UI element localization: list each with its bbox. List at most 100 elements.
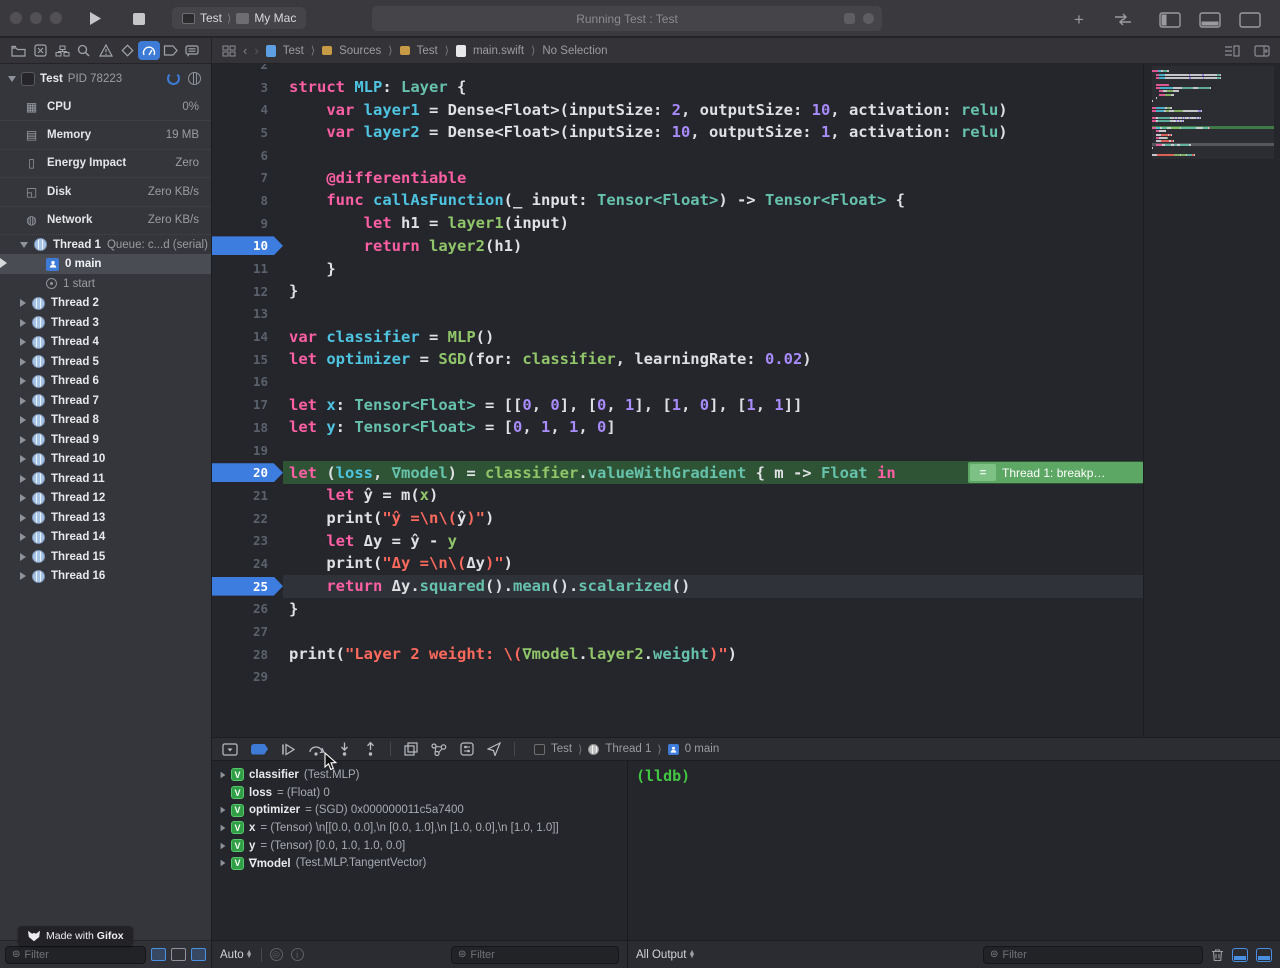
code-text[interactable]: func callAsFunction(_ input: Tensor<Floa…: [283, 189, 1143, 212]
code-review-button[interactable]: [1110, 9, 1136, 30]
variables-scope-select[interactable]: Auto ▲▼: [220, 949, 253, 961]
simulate-location-icon[interactable]: [487, 742, 501, 756]
threads-view-icon[interactable]: [151, 948, 166, 961]
thread-row[interactable]: Thread 11: [0, 469, 211, 489]
variables-filter-field[interactable]: ⊜: [451, 946, 619, 964]
disclosure-triangle[interactable]: [8, 76, 16, 82]
line-number[interactable]: 7: [212, 168, 283, 187]
thread-1-row[interactable]: Thread 1 Queue: c...d (serial): [0, 235, 211, 255]
line-number[interactable]: 15: [212, 350, 283, 369]
disclosure-triangle[interactable]: [20, 416, 26, 424]
disclosure-triangle[interactable]: [20, 358, 26, 366]
line-number[interactable]: 17: [212, 395, 283, 414]
stack-frame-row[interactable]: 0 main: [0, 254, 211, 274]
breakpoint-marker[interactable]: 25: [212, 577, 283, 596]
inspector-panel-toggle[interactable]: [1236, 9, 1264, 30]
project-icon[interactable]: [8, 41, 30, 60]
line-number[interactable]: 2: [212, 64, 283, 74]
issues-icon[interactable]: [95, 41, 117, 60]
source-editor[interactable]: 23struct MLP: Layer {4 var layer1 = Dens…: [212, 64, 1280, 737]
profile-in-instruments-icon[interactable]: [188, 72, 201, 85]
crumb-group[interactable]: Test: [417, 45, 438, 57]
debug-crumb-process[interactable]: Test: [551, 743, 572, 755]
thread-row[interactable]: Thread 5: [0, 352, 211, 372]
console-view-toggle[interactable]: [1256, 948, 1272, 962]
disclosure-triangle[interactable]: [20, 455, 26, 463]
code-text[interactable]: return layer2(h1): [283, 235, 1143, 258]
line-number[interactable]: 4: [212, 100, 283, 119]
code-text[interactable]: let optimizer = SGD(for: classifier, lea…: [283, 348, 1143, 371]
crumb-selection[interactable]: No Selection: [542, 45, 607, 57]
code-text[interactable]: [283, 144, 1143, 167]
line-number[interactable]: 21: [212, 486, 283, 505]
process-row[interactable]: Test PID 78223: [0, 64, 211, 93]
code-text[interactable]: [283, 64, 1143, 76]
console-filter-input[interactable]: [1002, 949, 1196, 961]
code-text[interactable]: }: [283, 280, 1143, 303]
line-number[interactable]: 13: [212, 304, 283, 323]
code-text[interactable]: print("Layer 2 weight: \(∇model.layer2.w…: [283, 643, 1143, 666]
crumb-target[interactable]: Test: [283, 45, 304, 57]
line-number[interactable]: 28: [212, 645, 283, 664]
info-icon[interactable]: i: [291, 948, 304, 961]
line-number[interactable]: 9: [212, 214, 283, 233]
line-number[interactable]: 27: [212, 622, 283, 641]
disclosure-triangle[interactable]: [20, 436, 26, 444]
variables-view-toggle[interactable]: [1232, 948, 1248, 962]
console-filter-field[interactable]: ⊜: [983, 946, 1203, 964]
code-text[interactable]: struct MLP: Layer {: [283, 76, 1143, 99]
line-number[interactable]: 22: [212, 509, 283, 528]
navigator-panel-toggle[interactable]: [1156, 9, 1184, 30]
thread-row[interactable]: Thread 10: [0, 449, 211, 469]
breakpoints-icon[interactable]: [160, 41, 182, 60]
environment-overrides-icon[interactable]: [460, 742, 474, 756]
forward-button[interactable]: ›: [254, 43, 258, 58]
library-add-button[interactable]: +: [1068, 9, 1090, 30]
line-number[interactable]: 26: [212, 599, 283, 618]
variable-row[interactable]: V loss = (Float) 0: [212, 784, 627, 802]
disclosure-triangle[interactable]: [20, 553, 26, 561]
debug-panel-toggle[interactable]: [1196, 9, 1224, 30]
scope-icon[interactable]: ◎: [270, 948, 283, 961]
line-number[interactable]: 8: [212, 191, 283, 210]
disclosure-triangle[interactable]: [20, 514, 26, 522]
breakpoint-banner[interactable]: = Thread 1: breakp…: [968, 462, 1144, 483]
disclosure-triangle[interactable]: [221, 860, 226, 866]
pause-process-icon[interactable]: [167, 72, 180, 85]
line-number[interactable]: 18: [212, 418, 283, 437]
disclosure-triangle[interactable]: [221, 772, 226, 778]
flat-view-icon[interactable]: [171, 948, 186, 961]
navigator-filter-field[interactable]: ⊜: [5, 946, 146, 964]
thread-row[interactable]: Thread 13: [0, 508, 211, 528]
ui-view-icon[interactable]: [191, 948, 206, 961]
code-text[interactable]: [283, 666, 1143, 689]
line-number[interactable]: 12: [212, 282, 283, 301]
variable-row[interactable]: V ∇model (Test.MLP.TangentVector): [212, 854, 627, 872]
memory-graph-icon[interactable]: [431, 743, 447, 756]
disclosure-triangle[interactable]: [221, 842, 226, 848]
variable-row[interactable]: V classifier (Test.MLP): [212, 766, 627, 784]
crumb-file[interactable]: main.swift: [473, 45, 524, 57]
code-text[interactable]: var layer2 = Dense<Float>(inputSize: 10,…: [283, 121, 1143, 144]
breakpoints-toggle-icon[interactable]: [251, 744, 268, 755]
view-hierarchy-icon[interactable]: [404, 742, 418, 756]
code-text[interactable]: [283, 620, 1143, 643]
gauge-row[interactable]: ◍ Network Zero KB/s: [0, 207, 211, 235]
run-button[interactable]: [84, 8, 106, 29]
thread-row[interactable]: Thread 2: [0, 293, 211, 313]
line-number[interactable]: 16: [212, 372, 283, 391]
disclosure-triangle[interactable]: [221, 825, 226, 831]
code-text[interactable]: var classifier = MLP(): [283, 325, 1143, 348]
stop-button[interactable]: [128, 8, 150, 29]
variable-row[interactable]: V y = (Tensor) [0.0, 1.0, 1.0, 0.0]: [212, 837, 627, 855]
code-text[interactable]: }: [283, 257, 1143, 280]
gauge-row[interactable]: ▯ Energy Impact Zero: [0, 150, 211, 178]
line-number[interactable]: 5: [212, 123, 283, 142]
code-text[interactable]: let h1 = layer1(input): [283, 212, 1143, 235]
thread-row[interactable]: Thread 14: [0, 527, 211, 547]
variables-filter-input[interactable]: [470, 949, 612, 961]
code-text[interactable]: let ŷ = m(x): [283, 484, 1143, 507]
code-text[interactable]: @differentiable: [283, 166, 1143, 189]
source-control-icon[interactable]: [30, 41, 52, 60]
gauge-row[interactable]: ▤ Memory 19 MB: [0, 121, 211, 149]
